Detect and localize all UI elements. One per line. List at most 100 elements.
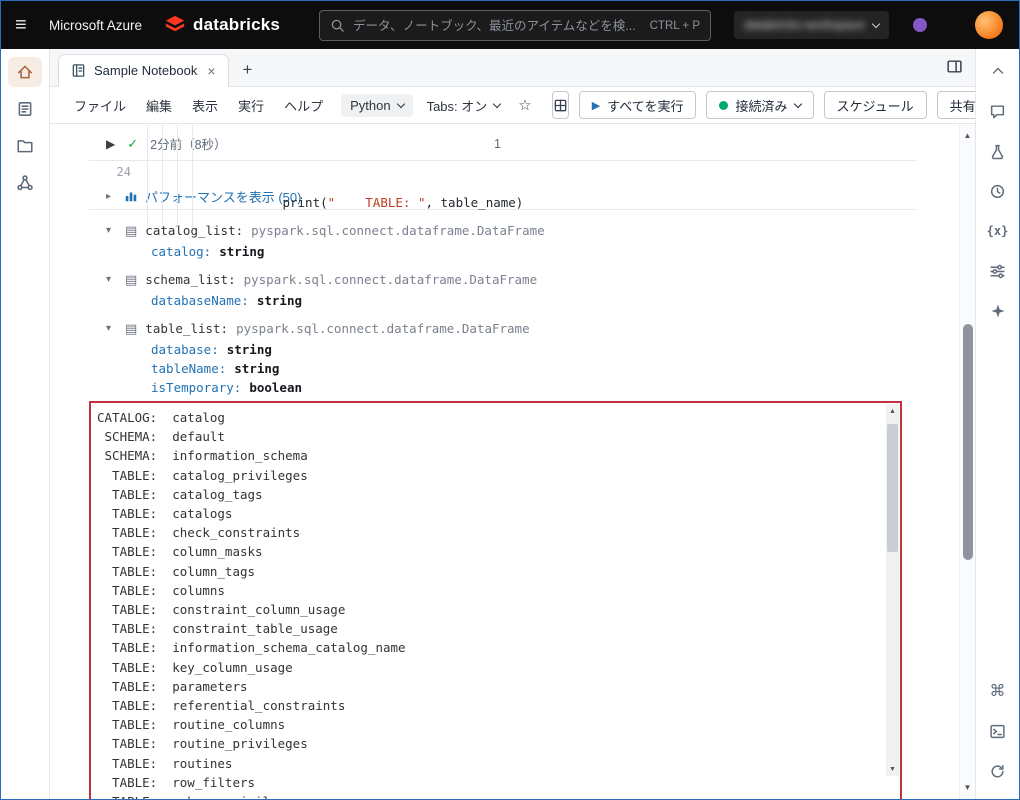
share-label: 共有 (950, 96, 976, 115)
dataframe-row[interactable]: ▾ ▤ schema_list: pyspark.sql.connect.dat… (89, 267, 959, 291)
output-scrollbar[interactable]: ▲ ▼ (886, 404, 899, 776)
menu-edit[interactable]: 編集 (136, 92, 182, 119)
field-type: string (219, 244, 264, 259)
language-selector[interactable]: Python (341, 94, 412, 117)
output-line: TABLE: schema_privileges (97, 792, 876, 799)
language-label: Python (350, 98, 390, 113)
favorite-star-icon[interactable]: ☆ (518, 96, 531, 114)
sidebar-item-catalog[interactable] (8, 168, 42, 198)
scroll-up-arrow-icon[interactable]: ▲ (960, 127, 975, 143)
output-line: TABLE: catalogs (97, 504, 876, 523)
global-search[interactable]: CTRL + P (319, 10, 711, 41)
indent-guide (147, 125, 148, 228)
right-sidebar: {x} ⌘ (975, 49, 1019, 799)
main-scrollbar[interactable]: ▲ ▼ (959, 125, 975, 799)
output-line: TABLE: constraint_table_usage (97, 619, 876, 638)
scroll-up-arrow-icon[interactable]: ▲ (886, 404, 899, 418)
tab-title: Sample Notebook (94, 63, 197, 78)
experiments-button[interactable] (988, 141, 1008, 161)
code-editor-line[interactable]: 24 print(" TABLE: ", table_name) (50, 161, 959, 183)
field-name: isTemporary: (151, 380, 241, 395)
sidebar-item-folders[interactable] (8, 131, 42, 161)
hamburger-menu-icon[interactable]: ≡ (15, 15, 41, 35)
command-icon: ⌘ (990, 681, 1006, 701)
scroll-down-arrow-icon[interactable]: ▼ (960, 779, 975, 795)
table-icon: ▤ (125, 224, 137, 237)
avatar[interactable] (975, 11, 1003, 39)
refresh-icon (989, 763, 1006, 780)
menu-file[interactable]: ファイル (64, 92, 136, 119)
chevron-down-icon[interactable]: ▾ (106, 274, 117, 285)
cell-output-block[interactable]: CATALOG: catalog SCHEMA: default SCHEMA:… (89, 401, 902, 799)
layout-grid-button[interactable] (552, 91, 569, 119)
search-input[interactable] (353, 19, 642, 33)
bar-chart-icon (124, 189, 138, 203)
chevron-up-icon (990, 63, 1006, 79)
run-cell-button[interactable]: ▶ (106, 137, 115, 151)
databricks-logo-icon (164, 14, 186, 36)
main-area: Sample Notebook × + ファイル 編集 表示 実行 ヘルプ Py… (50, 49, 975, 799)
schedule-button[interactable]: スケジュール (824, 91, 927, 119)
scrollbar-thumb[interactable] (963, 324, 973, 560)
folder-icon (16, 137, 34, 155)
workspace-name: databricks-workspace (744, 18, 865, 32)
flask-icon (989, 143, 1006, 160)
chevron-right-icon[interactable]: ▸ (106, 191, 117, 202)
scroll-down-arrow-icon[interactable]: ▼ (886, 762, 899, 776)
environment-button[interactable] (988, 261, 1008, 281)
menu-run[interactable]: 実行 (228, 92, 274, 119)
azure-label: Microsoft Azure (49, 18, 142, 33)
run-all-button[interactable]: ▶ すべてを実行 (579, 91, 697, 119)
dataframe-row[interactable]: ▾ ▤ table_list: pyspark.sql.connect.data… (89, 316, 959, 340)
output-line: TABLE: catalog_tags (97, 485, 876, 504)
code-token-rest: , table_name) (425, 195, 523, 210)
workspace-switcher[interactable]: databricks-workspace (734, 11, 889, 39)
shortcuts-button[interactable]: ⌘ (988, 681, 1008, 701)
output-line: CATALOG: catalog (97, 408, 876, 427)
dataframe-type: pyspark.sql.connect.dataframe.DataFrame (236, 321, 530, 336)
dataframe-name: schema_list: (145, 272, 235, 287)
menu-help[interactable]: ヘルプ (274, 92, 333, 119)
tabs-toggle[interactable]: Tabs: オン (419, 92, 509, 119)
indent-guide (177, 125, 178, 228)
notebook-content: ▶ ✓ 2分前（8秒） 1 24 print(" TABLE: ", table… (50, 125, 959, 799)
output-line: TABLE: check_constraints (97, 523, 876, 542)
databricks-brand[interactable]: databricks (164, 14, 280, 36)
left-sidebar (1, 49, 50, 799)
line-number: 24 (89, 165, 131, 179)
split-panel-icon[interactable] (946, 58, 963, 75)
dataframe-field: catalog: string (89, 242, 959, 261)
tab-strip: Sample Notebook × + (50, 49, 975, 87)
terminal-button[interactable] (988, 721, 1008, 741)
version-history-button[interactable] (988, 181, 1008, 201)
output-line: TABLE: column_tags (97, 562, 876, 581)
dataframe-field: databaseName: string (89, 291, 959, 310)
field-name: database: (151, 342, 219, 357)
close-icon[interactable]: × (207, 63, 215, 79)
collapse-panel-button[interactable] (988, 61, 1008, 81)
sidebar-item-home[interactable] (8, 57, 42, 87)
success-check-icon: ✓ (127, 136, 138, 152)
sidebar-item-workspace[interactable] (8, 94, 42, 124)
code-token-fn: print( (282, 195, 327, 210)
add-tab-button[interactable]: + (243, 61, 253, 78)
chevron-down-icon[interactable]: ▾ (106, 323, 117, 334)
variable-explorer-button[interactable]: {x} (988, 221, 1008, 241)
assistant-button[interactable] (988, 301, 1008, 321)
comments-button[interactable] (988, 101, 1008, 121)
scrollbar-thumb[interactable] (887, 424, 898, 552)
menu-view[interactable]: 表示 (182, 92, 228, 119)
chevron-down-icon (872, 19, 880, 27)
output-line: TABLE: catalog_privileges (97, 466, 876, 485)
tab-sample-notebook[interactable]: Sample Notebook × (58, 54, 229, 87)
variables-icon: {x} (987, 224, 1009, 238)
chevron-down-icon[interactable]: ▾ (106, 225, 117, 236)
field-type: string (234, 361, 279, 376)
connected-label: 接続済み (735, 96, 787, 115)
dataframe-field: isTemporary: boolean (89, 378, 959, 397)
cluster-status-button[interactable]: 接続済み (706, 91, 813, 119)
home-icon (16, 63, 34, 81)
sync-button[interactable] (988, 761, 1008, 781)
play-icon: ▶ (592, 99, 600, 112)
table-icon: ▤ (125, 322, 137, 335)
